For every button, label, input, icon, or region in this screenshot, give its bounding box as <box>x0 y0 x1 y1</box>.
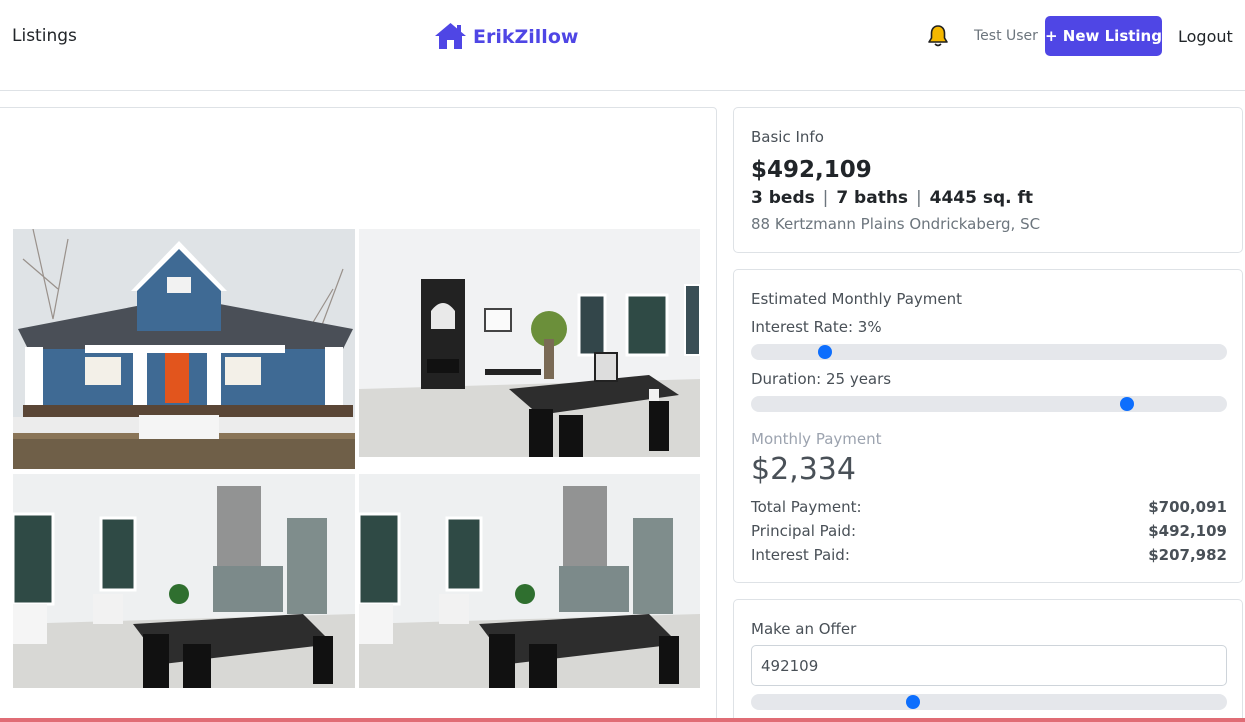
listing-specs: 3 beds | 7 baths | 4445 sq. ft <box>751 188 1033 208</box>
user-name: Test User <box>974 28 1038 44</box>
principal-paid-row: Principal Paid: $492,109 <box>751 522 1227 540</box>
listing-price: $492,109 <box>751 157 872 183</box>
principal-paid-label: Principal Paid: <box>751 522 856 540</box>
basic-info-title: Basic Info <box>751 128 824 146</box>
listing-photo-dining-room[interactable] <box>359 229 700 457</box>
total-payment-label: Total Payment: <box>751 498 862 516</box>
listing-photo-kitchen-dining-1[interactable] <box>13 474 355 688</box>
listing-address: 88 Kertzmann Plains Ondrickaberg, SC <box>751 215 1041 233</box>
interest-paid-row: Interest Paid: $207,982 <box>751 546 1227 564</box>
nav-listings-link[interactable]: Listings <box>12 26 77 46</box>
listing-photo-exterior[interactable] <box>13 229 355 469</box>
beds-count: 3 beds <box>751 188 815 208</box>
duration-label: Duration: 25 years <box>751 370 892 388</box>
total-payment-row: Total Payment: $700,091 <box>751 498 1227 516</box>
listing-photo-kitchen-dining-2[interactable] <box>359 474 700 688</box>
square-footage: 4445 sq. ft <box>929 188 1034 208</box>
make-offer-card: Make an Offer <box>733 599 1243 722</box>
bottom-accent-line <box>0 718 1245 722</box>
interest-rate-label: Interest Rate: 3% <box>751 318 882 336</box>
logout-link[interactable]: Logout <box>1178 27 1233 46</box>
monthly-payment-value: $2,334 <box>751 452 856 487</box>
specs-separator: | <box>822 188 829 208</box>
monthly-payment-label: Monthly Payment <box>751 430 882 448</box>
interest-paid-label: Interest Paid: <box>751 546 850 564</box>
specs-separator: | <box>915 188 922 208</box>
total-payment-value: $700,091 <box>1148 498 1227 516</box>
offer-title: Make an Offer <box>751 620 857 638</box>
offer-amount-input[interactable] <box>751 645 1227 686</box>
payment-title: Estimated Monthly Payment <box>751 290 963 308</box>
house-icon <box>435 23 466 49</box>
offer-slider-thumb[interactable] <box>905 695 920 709</box>
basic-info-card: Basic Info $492,109 3 beds | 7 baths | 4… <box>733 107 1243 253</box>
top-navbar: Listings ErikZillow Test User + New List… <box>0 0 1245 91</box>
interest-rate-slider[interactable] <box>751 344 1227 360</box>
baths-count: 7 baths <box>836 188 909 208</box>
duration-slider[interactable] <box>751 396 1227 412</box>
new-listing-button[interactable]: + New Listing <box>1045 16 1162 56</box>
duration-slider-thumb[interactable] <box>1120 397 1135 411</box>
brand-logo[interactable]: ErikZillow <box>434 22 578 50</box>
interest-paid-value: $207,982 <box>1148 546 1227 564</box>
notifications-button[interactable] <box>927 24 949 52</box>
principal-paid-value: $492,109 <box>1148 522 1227 540</box>
offer-slider[interactable] <box>751 694 1227 710</box>
bell-icon <box>928 25 948 47</box>
interest-rate-slider-thumb[interactable] <box>817 345 832 359</box>
monthly-payment-card: Estimated Monthly Payment Interest Rate:… <box>733 269 1243 583</box>
brand-name: ErikZillow <box>473 26 579 48</box>
